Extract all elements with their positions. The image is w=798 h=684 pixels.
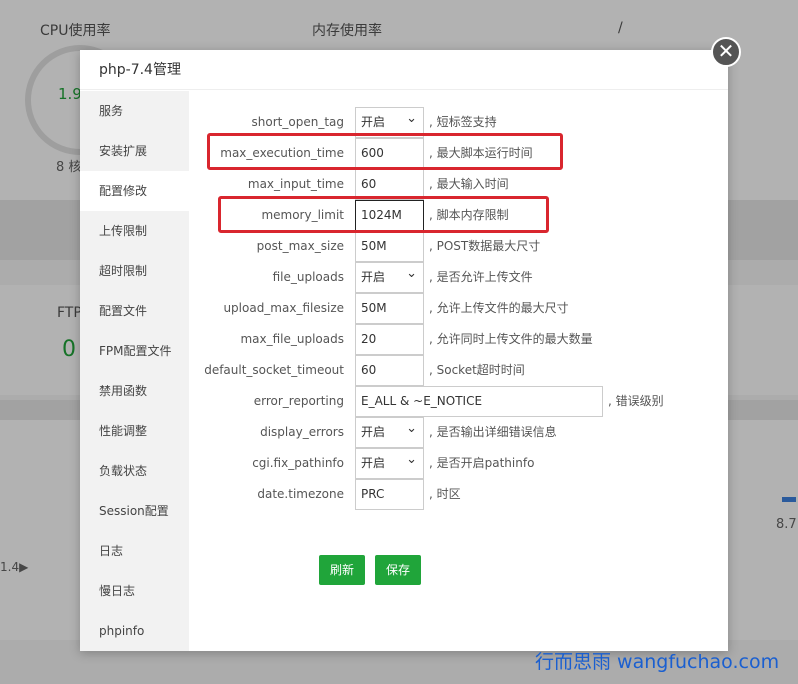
- sidebar-item-upload-limit[interactable]: 上传限制: [80, 211, 189, 251]
- error-reporting-input[interactable]: E_ALL & ~E_NOTICE: [355, 386, 603, 417]
- field-label: default_socket_timeout: [204, 363, 344, 377]
- config-form: short_open_tag 开启 , 短标签支持 max_execution_…: [189, 91, 728, 651]
- sidebar-item-install-extensions[interactable]: 安装扩展: [80, 131, 189, 171]
- field-description: , 是否输出详细错误信息: [429, 425, 557, 439]
- sidebar-item-log[interactable]: 日志: [80, 531, 189, 571]
- dialog-sidebar: 服务 安装扩展 配置修改 上传限制 超时限制 配置文件 FPM配置文件 禁用函数…: [80, 91, 189, 651]
- field-label: upload_max_filesize: [223, 301, 344, 315]
- field-description: , POST数据最大尺寸: [429, 239, 541, 253]
- form-row-upload-max-filesize: upload_max_filesize 50M , 允许上传文件的最大尺寸: [189, 293, 728, 324]
- sidebar-item-config-file[interactable]: 配置文件: [80, 291, 189, 331]
- form-row-display-errors: display_errors 开启 , 是否输出详细错误信息: [189, 414, 728, 448]
- date-timezone-input[interactable]: PRC: [355, 479, 424, 510]
- default-socket-timeout-input[interactable]: 60: [355, 355, 424, 386]
- field-description: , 时区: [429, 487, 461, 501]
- highlight-max-execution-time: [207, 133, 563, 170]
- form-row-file-uploads: file_uploads 开启 , 是否允许上传文件: [189, 259, 728, 293]
- field-label: error_reporting: [253, 394, 344, 408]
- dialog-title: php-7.4管理: [80, 50, 728, 90]
- field-description: , 错误级别: [608, 394, 664, 408]
- field-label: display_errors: [260, 425, 344, 439]
- field-label: max_file_uploads: [240, 332, 344, 346]
- field-label: date.timezone: [257, 487, 344, 501]
- file-uploads-select[interactable]: 开启: [355, 259, 424, 293]
- sidebar-item-service[interactable]: 服务: [80, 91, 189, 131]
- form-row-default-socket-timeout: default_socket_timeout 60 , Socket超时时间: [189, 355, 728, 386]
- form-row-error-reporting: error_reporting E_ALL & ~E_NOTICE , 错误级别: [189, 386, 728, 417]
- field-description: , 允许同时上传文件的最大数量: [429, 332, 593, 346]
- field-label: cgi.fix_pathinfo: [252, 456, 344, 470]
- watermark-text: 行而思雨 wangfuchao.com: [535, 651, 780, 673]
- form-row-date-timezone: date.timezone PRC , 时区: [189, 479, 728, 510]
- form-row-cgi-fix-pathinfo: cgi.fix_pathinfo 开启 , 是否开启pathinfo: [189, 445, 728, 479]
- field-description: , 是否允许上传文件: [429, 270, 533, 284]
- sidebar-item-config-edit[interactable]: 配置修改: [80, 171, 189, 211]
- save-button[interactable]: 保存: [375, 555, 421, 585]
- refresh-button[interactable]: 刷新: [319, 555, 365, 585]
- sidebar-item-disabled-functions[interactable]: 禁用函数: [80, 371, 189, 411]
- close-icon[interactable]: ✕: [711, 37, 741, 67]
- field-description: , 是否开启pathinfo: [429, 456, 535, 470]
- sidebar-item-load-status[interactable]: 负载状态: [80, 451, 189, 491]
- field-label: file_uploads: [272, 270, 344, 284]
- form-row-max-file-uploads: max_file_uploads 20 , 允许同时上传文件的最大数量: [189, 324, 728, 355]
- max-file-uploads-input[interactable]: 20: [355, 324, 424, 355]
- form-row-post-max-size: post_max_size 50M , POST数据最大尺寸: [189, 231, 728, 262]
- sidebar-item-slow-log[interactable]: 慢日志: [80, 571, 189, 611]
- display-errors-select[interactable]: 开启: [355, 414, 424, 448]
- cgi-fix-pathinfo-select[interactable]: 开启: [355, 445, 424, 479]
- post-max-size-input[interactable]: 50M: [355, 231, 424, 262]
- sidebar-item-session-config[interactable]: Session配置: [80, 491, 189, 531]
- field-description: , 允许上传文件的最大尺寸: [429, 301, 569, 315]
- sidebar-item-timeout-limit[interactable]: 超时限制: [80, 251, 189, 291]
- field-label: post_max_size: [256, 239, 344, 253]
- field-description: , Socket超时时间: [429, 363, 525, 377]
- sidebar-item-fpm-config[interactable]: FPM配置文件: [80, 331, 189, 371]
- sidebar-item-performance[interactable]: 性能调整: [80, 411, 189, 451]
- sidebar-item-phpinfo[interactable]: phpinfo: [80, 611, 189, 651]
- upload-max-filesize-input[interactable]: 50M: [355, 293, 424, 324]
- highlight-memory-limit: [218, 196, 549, 233]
